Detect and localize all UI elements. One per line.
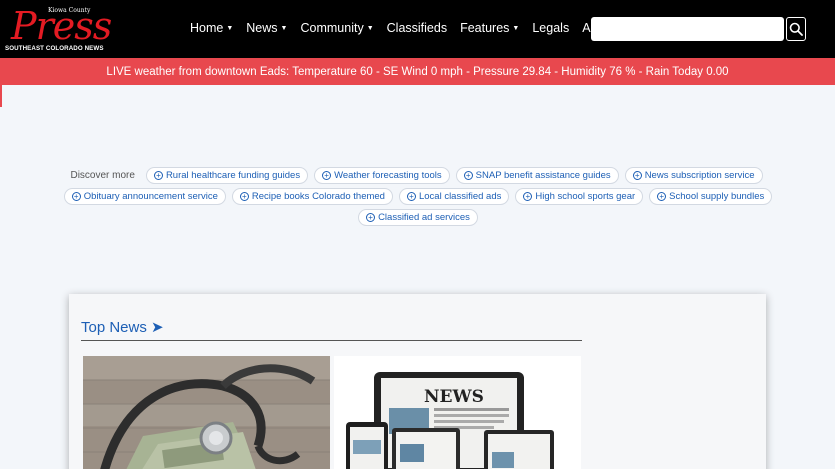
chip-label: Obituary announcement service — [83, 191, 218, 202]
discover-chip[interactable]: + Local classified ads — [398, 188, 510, 205]
search-icon — [789, 22, 803, 36]
site-header: Press Kiowa County SOUTHEAST COLORADO NE… — [0, 0, 835, 58]
nav-item-features[interactable]: Features ▼ — [460, 21, 519, 35]
chip-label: SNAP benefit assistance guides — [475, 170, 611, 181]
discover-chip[interactable]: + Rural healthcare funding guides — [145, 167, 309, 184]
news-devices-image[interactable]: NEWS — [334, 356, 581, 469]
section-title[interactable]: Top News ➤ — [81, 318, 164, 336]
chip-label: Recipe books Colorado themed — [251, 191, 385, 202]
discover-chip[interactable]: + Classified ad services — [358, 209, 478, 226]
weather-text: LIVE weather from downtown Eads: Tempera… — [106, 65, 729, 78]
search-button[interactable] — [786, 17, 806, 41]
logo-top-line: Kiowa County — [48, 7, 91, 14]
search-input[interactable] — [591, 17, 784, 41]
plus-circle-icon: + — [239, 192, 249, 201]
nav-label: Community — [300, 21, 364, 35]
chevron-down-icon: ▼ — [366, 24, 374, 32]
nav-label: Features — [460, 21, 510, 35]
chip-label: News subscription service — [644, 170, 755, 181]
nav-item-home[interactable]: Home ▼ — [190, 21, 233, 35]
discover-chip[interactable]: + Recipe books Colorado themed — [231, 188, 393, 205]
site-logo[interactable]: Press Kiowa County SOUTHEAST COLORADO NE… — [5, 4, 113, 54]
discover-chip[interactable]: + Obituary announcement service — [63, 188, 226, 205]
plus-circle-icon: + — [153, 171, 163, 180]
main-nav: Home ▼ News ▼ Community ▼ Classifieds Featu… — [190, 21, 628, 35]
chip-label: Local classified ads — [418, 191, 502, 202]
plus-circle-icon: + — [366, 213, 376, 222]
weather-accent — [0, 85, 2, 107]
plus-circle-icon: + — [406, 192, 416, 201]
chip-label: High school sports gear — [535, 191, 636, 202]
chip-label: Classified ad services — [378, 212, 470, 223]
nav-item-community[interactable]: Community ▼ — [300, 21, 373, 35]
plus-circle-icon: + — [322, 171, 332, 180]
plus-circle-icon: + — [71, 192, 81, 201]
discover-label: Discover more — [70, 170, 135, 181]
discover-chip[interactable]: + School supply bundles — [649, 188, 773, 205]
discover-chip[interactable]: + SNAP benefit assistance guides — [455, 167, 619, 184]
chip-label: Rural healthcare funding guides — [165, 170, 301, 181]
discover-more: Discover more + Rural healthcare funding … — [58, 167, 778, 226]
nav-label: Classifieds — [386, 21, 448, 35]
weather-ticker: LIVE weather from downtown Eads: Tempera… — [0, 58, 835, 85]
discover-chip[interactable]: + Weather forecasting tools — [314, 167, 450, 184]
plus-circle-icon: + — [632, 171, 642, 180]
nav-label: News — [246, 21, 278, 35]
chevron-down-icon: ▼ — [512, 24, 520, 32]
nav-item-legals[interactable]: Legals — [532, 21, 569, 35]
plus-circle-icon: + — [523, 192, 533, 201]
nav-item-classifieds[interactable]: Classifieds — [387, 21, 447, 35]
chevron-down-icon: ▼ — [280, 24, 288, 32]
logo-tagline: SOUTHEAST COLORADO NEWS — [5, 45, 104, 52]
nav-label: Home — [190, 21, 224, 35]
plus-circle-icon: + — [463, 171, 473, 180]
top-news-section: Top News ➤ NEWS — [69, 294, 766, 469]
chevron-down-icon: ▼ — [226, 24, 234, 32]
nav-item-news[interactable]: News ▼ — [246, 21, 287, 35]
news-screen-text: NEWS — [424, 387, 484, 407]
discover-chip[interactable]: + News subscription service — [624, 167, 763, 184]
nav-label: Legals — [532, 21, 570, 35]
discover-chip[interactable]: + High school sports gear — [515, 188, 644, 205]
section-divider — [81, 340, 582, 341]
plus-circle-icon: + — [657, 192, 667, 201]
stethoscope-money-image[interactable] — [83, 356, 330, 469]
chip-label: School supply bundles — [669, 191, 765, 202]
chip-label: Weather forecasting tools — [334, 170, 442, 181]
